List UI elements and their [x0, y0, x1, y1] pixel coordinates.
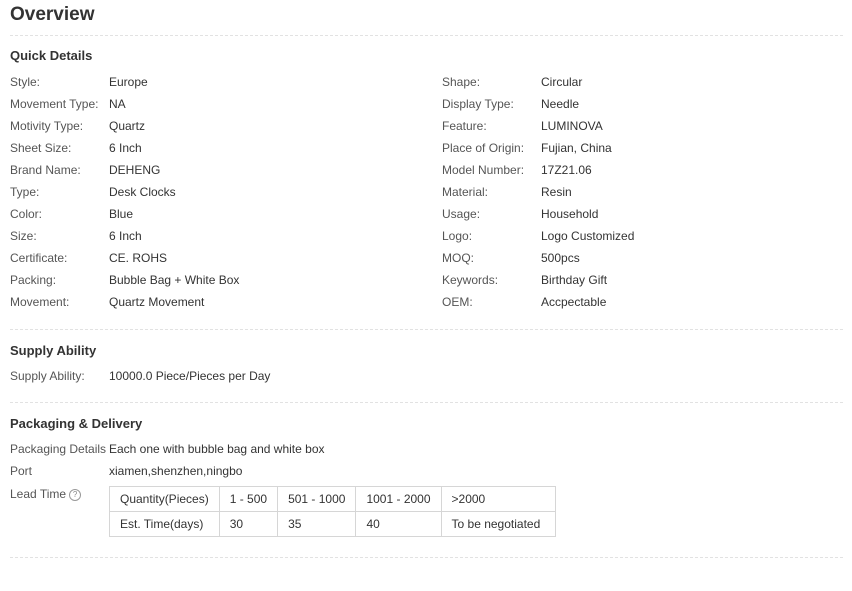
- table-cell: >2000: [440, 486, 556, 512]
- detail-row: Logo: Logo Customized: [432, 228, 852, 250]
- detail-row: Keywords: Birthday Gift: [432, 272, 852, 294]
- detail-value: Needle: [541, 97, 580, 111]
- table-cell: Est. Time(days): [109, 511, 220, 537]
- lead-time-label: Lead Time: [10, 487, 67, 501]
- detail-value: DEHENG: [109, 163, 161, 177]
- divider: [10, 557, 843, 558]
- detail-value: Logo Customized: [541, 229, 635, 243]
- detail-label: OEM:: [442, 295, 473, 309]
- detail-label: Logo:: [442, 229, 473, 243]
- detail-row: Shape: Circular: [432, 74, 852, 96]
- detail-row: Movement: Quartz Movement: [0, 294, 420, 316]
- detail-row: Certificate: CE. ROHS: [0, 250, 420, 272]
- detail-label: Model Number:: [442, 163, 525, 177]
- detail-value: Desk Clocks: [109, 185, 176, 199]
- detail-label: Color:: [10, 207, 43, 221]
- quick-details-right-column: Shape: Circular Display Type: Needle Featu…: [432, 74, 852, 316]
- detail-label: Movement Type:: [10, 97, 99, 111]
- detail-value: Household: [541, 207, 599, 221]
- detail-row: Material: Resin: [432, 184, 852, 206]
- detail-value: Quartz: [109, 119, 146, 133]
- table-row: Quantity(Pieces) 1 - 500 501 - 1000 1001…: [109, 486, 556, 512]
- divider: [10, 35, 843, 36]
- detail-label: Place of Origin:: [442, 141, 525, 155]
- detail-row: Place of Origin: Fujian, China: [432, 140, 852, 162]
- detail-label: Packing:: [10, 273, 57, 287]
- detail-label: Usage:: [442, 207, 481, 221]
- detail-value: Quartz Movement: [109, 295, 205, 309]
- detail-value: LUMINOVA: [541, 119, 603, 133]
- detail-label: Style:: [10, 75, 41, 89]
- table-cell: Quantity(Pieces): [109, 486, 220, 512]
- detail-label: Type:: [10, 185, 40, 199]
- lead-time-label-wrap: Lead Time?: [10, 487, 82, 501]
- detail-value: Europe: [109, 75, 148, 89]
- divider: [10, 402, 843, 403]
- detail-value: 500pcs: [541, 251, 580, 265]
- detail-label: Movement:: [10, 295, 70, 309]
- table-cell: 35: [277, 511, 357, 537]
- table-cell: 30: [218, 511, 279, 537]
- table-row: Est. Time(days) 30 35 40 To be negotiate…: [109, 511, 556, 537]
- detail-value: 6 Inch: [109, 229, 142, 243]
- detail-row: Sheet Size: 6 Inch: [0, 140, 420, 162]
- page-title: Overview: [10, 4, 95, 25]
- detail-value: Fujian, China: [541, 141, 612, 155]
- detail-value: Resin: [541, 185, 572, 199]
- detail-label: Brand Name:: [10, 163, 81, 177]
- question-icon[interactable]: ?: [69, 488, 82, 501]
- detail-row: Size: 6 Inch: [0, 228, 420, 250]
- detail-label: Keywords:: [442, 273, 499, 287]
- lead-time-table: Quantity(Pieces) 1 - 500 501 - 1000 1001…: [109, 486, 556, 537]
- quick-details-left-column: Style: Europe Movement Type: NA Motivity T…: [0, 74, 420, 316]
- supply-ability-label: Supply Ability:: [10, 369, 85, 383]
- detail-label: Display Type:: [442, 97, 514, 111]
- quick-details-grid: Style: Europe Movement Type: NA Motivity T…: [0, 74, 852, 314]
- detail-row: Usage: Household: [432, 206, 852, 228]
- detail-label: MOQ:: [442, 251, 474, 265]
- detail-label: Feature:: [442, 119, 487, 133]
- section-title-supply-ability: Supply Ability: [10, 343, 97, 358]
- detail-row: Model Number: 17Z21.06: [432, 162, 852, 184]
- detail-value: 17Z21.06: [541, 163, 592, 177]
- detail-row: Feature: LUMINOVA: [432, 118, 852, 140]
- detail-row: MOQ: 500pcs: [432, 250, 852, 272]
- port-label: Port: [10, 464, 33, 478]
- detail-value: Circular: [541, 75, 583, 89]
- section-title-quick-details: Quick Details: [10, 48, 93, 63]
- detail-label: Material:: [442, 185, 489, 199]
- detail-row: Motivity Type: Quartz: [0, 118, 420, 140]
- detail-value: Blue: [109, 207, 134, 221]
- table-cell: 501 - 1000: [277, 486, 357, 512]
- detail-label: Motivity Type:: [10, 119, 84, 133]
- detail-row: OEM: Accpectable: [432, 294, 852, 316]
- detail-row: Display Type: Needle: [432, 96, 852, 118]
- table-cell: 1 - 500: [218, 486, 279, 512]
- detail-label: Size:: [10, 229, 37, 243]
- packaging-details-value: Each one with bubble bag and white box: [109, 442, 325, 456]
- detail-value: Bubble Bag + White Box: [109, 273, 240, 287]
- detail-value: Birthday Gift: [541, 273, 608, 287]
- detail-value: Accpectable: [541, 295, 607, 309]
- table-cell: To be negotiated: [440, 511, 556, 537]
- detail-label: Certificate:: [10, 251, 68, 265]
- detail-value: CE. ROHS: [109, 251, 168, 265]
- detail-label: Sheet Size:: [10, 141, 72, 155]
- port-value: xiamen,shenzhen,ningbo: [109, 464, 243, 478]
- detail-row: Style: Europe: [0, 74, 420, 96]
- table-cell: 1001 - 2000: [355, 486, 442, 512]
- supply-ability-value: 10000.0 Piece/Pieces per Day: [109, 369, 271, 383]
- section-title-packaging-delivery: Packaging & Delivery: [10, 416, 143, 431]
- detail-row: Movement Type: NA: [0, 96, 420, 118]
- divider: [10, 329, 843, 330]
- detail-value: 6 Inch: [109, 141, 142, 155]
- detail-row: Color: Blue: [0, 206, 420, 228]
- detail-row: Packing: Bubble Bag + White Box: [0, 272, 420, 294]
- detail-label: Shape:: [442, 75, 481, 89]
- table-cell: 40: [355, 511, 442, 537]
- packaging-details-label: Packaging Details: [10, 442, 107, 456]
- detail-value: NA: [109, 97, 126, 111]
- detail-row: Brand Name: DEHENG: [0, 162, 420, 184]
- detail-row: Type: Desk Clocks: [0, 184, 420, 206]
